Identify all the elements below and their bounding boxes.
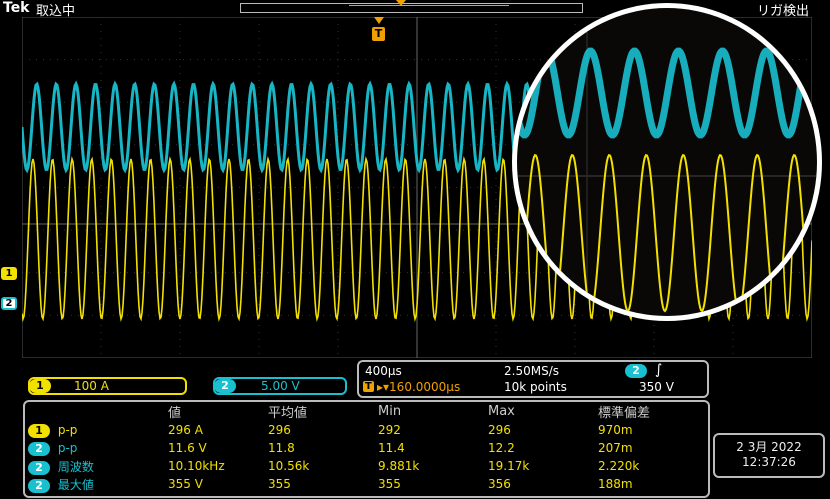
- record-length: 10k points: [504, 380, 567, 394]
- meas-mean: 10.56k: [268, 459, 310, 473]
- zoom-magnifier: [512, 3, 822, 321]
- table-row[interactable]: 1 p-p 296 A 296 292 296 970m: [25, 421, 708, 439]
- meas-channel-badge: 2: [28, 478, 50, 493]
- rising-edge-icon: ∫: [655, 362, 663, 378]
- meas-value: 296 A: [168, 423, 203, 437]
- delay-trigger-icon: T: [363, 381, 374, 392]
- trigger-pointer-icon: [396, 0, 406, 6]
- meas-value: 10.10kHz: [168, 459, 225, 473]
- meas-header-value: 値: [168, 406, 182, 421]
- ch2-ground-marker[interactable]: 2: [1, 297, 17, 310]
- meas-name-cell: 2 最大値: [25, 475, 168, 493]
- meas-min: 355: [378, 477, 401, 491]
- table-row[interactable]: 2 周波数 10.10kHz 10.56k 9.881k 19.17k 2.22…: [25, 457, 708, 475]
- meas-max: 296: [488, 423, 511, 437]
- meas-value: 355 V: [168, 477, 203, 491]
- meas-name: 最大値: [57, 477, 94, 492]
- meas-name: p-p: [57, 422, 78, 437]
- table-row[interactable]: 2 p-p 11.6 V 11.8 11.4 12.2 207m: [25, 439, 708, 457]
- trigger-source-badge: 2: [625, 364, 647, 378]
- ch2-scale-value: 5.00 V: [261, 379, 300, 393]
- meas-name: p-p: [57, 440, 78, 455]
- meas-mean: 11.8: [268, 441, 295, 455]
- measurement-table: 値 平均値 Min Max 標準偏差 1 p-p 296 A 296 292 2…: [25, 402, 708, 493]
- horizontal-trigger-panel[interactable]: 400µs 2.50MS/s 2 ∫ T ▸▾160.0000µs 10k po…: [357, 360, 709, 398]
- table-row[interactable]: 2 最大値 355 V 355 355 356 188m: [25, 475, 708, 493]
- ch1-ground-marker[interactable]: 1: [1, 267, 17, 280]
- meas-header-mean: 平均値: [268, 406, 308, 421]
- meas-max: 12.2: [488, 441, 515, 455]
- date-readout: 2 3月 2022: [736, 440, 802, 454]
- meas-header-min: Min: [378, 404, 402, 419]
- horizontal-delay: ▸▾160.0000µs: [377, 380, 461, 394]
- sample-rate: 2.50MS/s: [504, 364, 559, 378]
- zoom-ch2-waveform: [517, 47, 817, 139]
- ch1-scale-value: 100 A: [74, 379, 109, 393]
- meas-channel-badge: 2: [28, 460, 50, 475]
- meas-std: 188m: [598, 477, 633, 491]
- ch1-scale-readout[interactable]: 1 100 A: [28, 377, 187, 395]
- meas-header-max: Max: [488, 404, 515, 419]
- meas-header-std: 標準偏差: [598, 406, 651, 421]
- meas-min: 9.881k: [378, 459, 420, 473]
- trigger-level: 350 V: [639, 380, 674, 394]
- time-readout: 12:37:26: [742, 455, 796, 469]
- meas-min: 292: [378, 423, 401, 437]
- meas-max: 19.17k: [488, 459, 530, 473]
- meas-mean: 355: [268, 477, 291, 491]
- ch1-badge: 1: [29, 379, 51, 393]
- meas-name-cell: 2 p-p: [25, 439, 168, 457]
- datetime-panel: 2 3月 2022 12:37:26: [713, 433, 825, 478]
- horizontal-scale: 400µs: [365, 364, 402, 378]
- trigger-position-marker[interactable]: T: [372, 27, 385, 41]
- brand-logo: Tek: [3, 0, 30, 16]
- record-window: [349, 5, 509, 12]
- meas-name: 周波数: [57, 459, 94, 474]
- meas-max: 356: [488, 477, 511, 491]
- meas-std: 207m: [598, 441, 633, 455]
- trigger-position-arrow-icon: [374, 17, 384, 24]
- meas-mean: 296: [268, 423, 291, 437]
- meas-channel-badge: 1: [28, 423, 50, 438]
- measurement-panel[interactable]: 値 平均値 Min Max 標準偏差 1 p-p 296 A 296 292 2…: [23, 400, 710, 498]
- meas-std: 2.220k: [598, 459, 640, 473]
- meas-name-cell: 1 p-p: [25, 421, 168, 439]
- meas-header-name: [25, 402, 168, 421]
- meas-std: 970m: [598, 423, 633, 437]
- meas-value: 11.6 V: [168, 441, 207, 455]
- record-view-bar[interactable]: [240, 0, 583, 13]
- vertical-scale-panel: 1 100 A 2 5.00 V: [25, 376, 355, 396]
- ch2-scale-readout[interactable]: 2 5.00 V: [213, 377, 347, 395]
- meas-channel-badge: 2: [28, 441, 50, 456]
- meas-name-cell: 2 周波数: [25, 457, 168, 475]
- meas-min: 11.4: [378, 441, 405, 455]
- ch2-badge: 2: [214, 379, 236, 393]
